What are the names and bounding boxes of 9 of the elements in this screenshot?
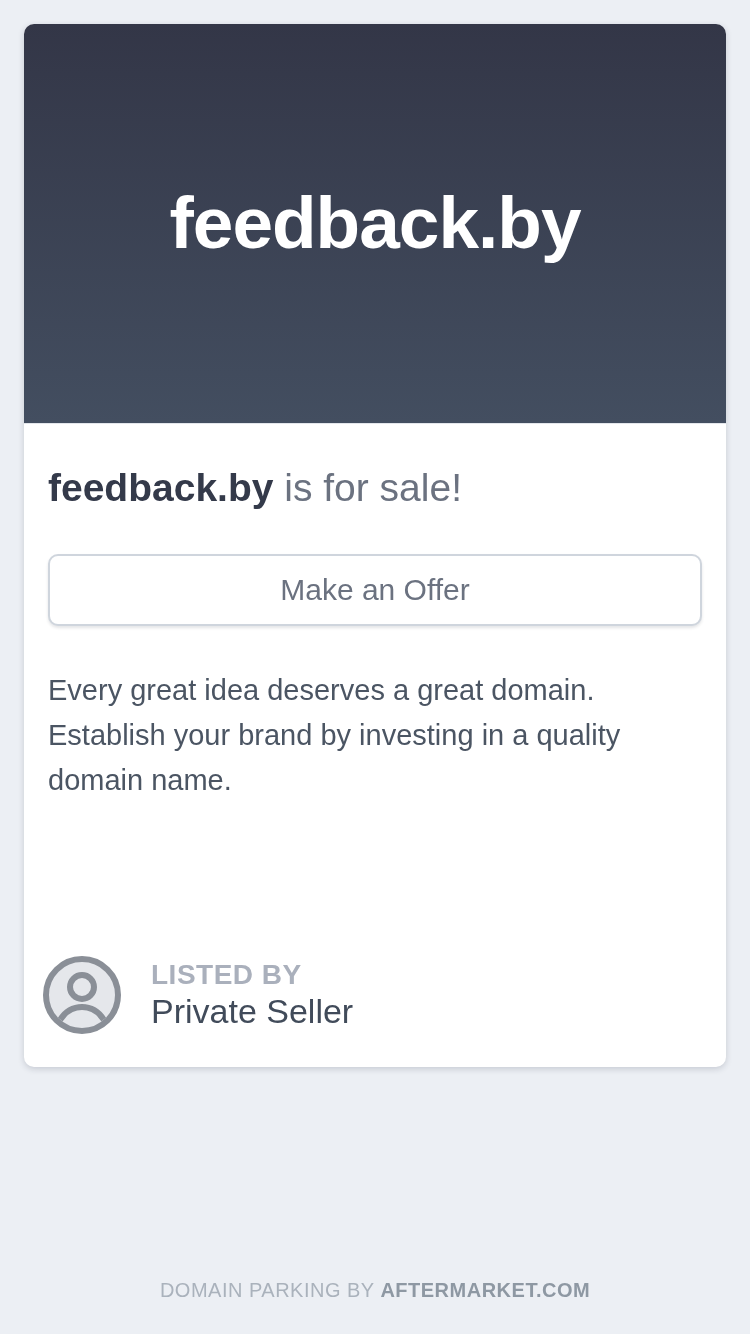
aftermarket-link[interactable]: AFTERMARKET.COM [380,1279,591,1301]
footer-text: DOMAIN PARKING BY AFTERMARKET.COM [158,1278,592,1302]
make-offer-button[interactable]: Make an Offer [48,554,702,626]
listed-by-label: LISTED BY [151,959,303,991]
description-text: Every great idea deserves a great domain. Establish your brand by investing in a quality domain name. [48,673,622,798]
domain-title: feedback.by [169,183,581,264]
seller-name: Private Seller [151,991,354,1031]
sale-headline: feedback.by is for sale! [48,465,463,511]
user-avatar-icon [43,956,121,1034]
